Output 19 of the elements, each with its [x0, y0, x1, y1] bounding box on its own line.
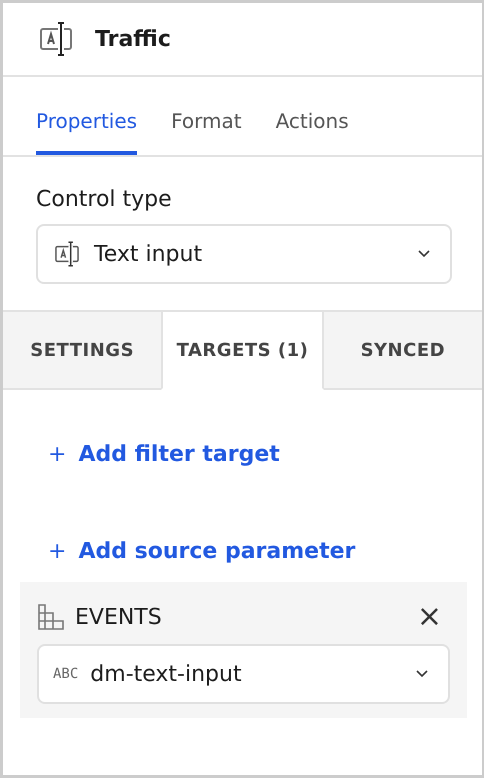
- tab[interactable]: Properties: [36, 77, 138, 155]
- control-type-label: Control type: [36, 187, 173, 212]
- tab[interactable]: SETTINGS: [3, 312, 162, 390]
- chevron-down-icon: [418, 250, 430, 258]
- tab[interactable]: SYNCED: [324, 312, 482, 390]
- close-button[interactable]: ×: [408, 602, 450, 632]
- tab[interactable]: TARGETS (1): [161, 312, 324, 390]
- add-link[interactable]: + Add source parameter: [48, 539, 482, 564]
- chevron-down-icon: [416, 670, 428, 678]
- source-title: EVENTS: [75, 604, 163, 630]
- text-input-icon: [39, 20, 73, 58]
- tab[interactable]: Format: [171, 77, 242, 155]
- text-input-icon: [52, 240, 82, 268]
- tab[interactable]: Actions: [276, 77, 349, 155]
- column-select[interactable]: ABC dm-text-input: [37, 644, 450, 704]
- control-type-select[interactable]: Text input: [36, 224, 452, 284]
- add-link[interactable]: + Add filter target: [48, 442, 482, 467]
- panel-title: Traffic: [95, 26, 171, 52]
- table-icon: [37, 603, 65, 631]
